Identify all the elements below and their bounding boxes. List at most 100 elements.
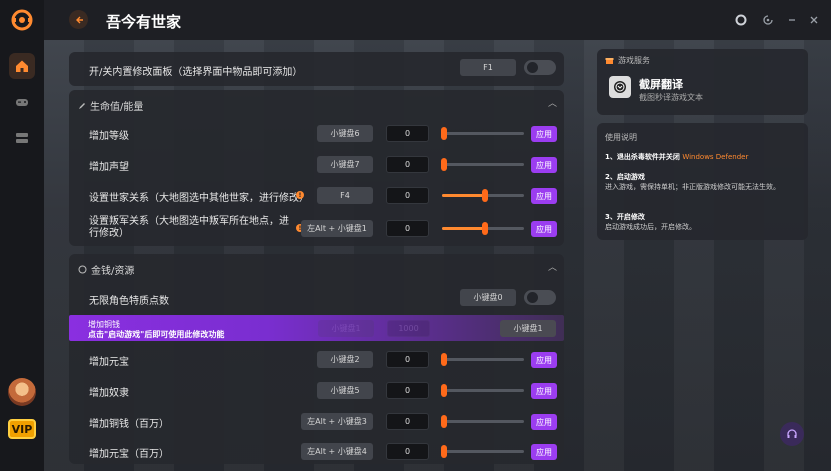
locked-feature-hint: 点击"启动游戏"后即可使用此修改功能 [88, 330, 225, 339]
apply-button[interactable]: 应用 [531, 157, 557, 173]
back-button[interactable] [69, 10, 88, 29]
main-toggle-switch[interactable] [524, 60, 556, 75]
hotkey-button[interactable]: 小键盘2 [317, 351, 373, 368]
step3-title: 3、开启修改 [605, 213, 645, 221]
slider-thumb[interactable] [441, 415, 447, 428]
avatar[interactable] [8, 378, 36, 406]
main-toggle-label: 开/关内置修改面板（选择界面中物品即可添加） [89, 67, 303, 78]
hotkey-button[interactable]: 小键盘5 [317, 382, 373, 399]
page-title: 吾今有世家 [106, 13, 182, 31]
hotkey-button[interactable]: 小键盘7 [317, 156, 373, 173]
hotkey-button[interactable]: 左Alt + 小键盘1 [301, 220, 373, 237]
translate-app-icon[interactable] [609, 76, 631, 98]
arrow-left-icon [75, 16, 83, 23]
step1: 1、退出杀毒软件并关闭 Windows Defender [605, 152, 805, 162]
support-button[interactable] [780, 422, 804, 446]
value-input[interactable]: 0 [386, 187, 429, 204]
value-input[interactable]: 0 [386, 351, 429, 368]
sidebar: VIP [0, 0, 44, 471]
locked-feature-row[interactable]: 增加铜钱 点击"启动游戏"后即可使用此修改功能 小键盘1 1000 小键盘1 [69, 315, 564, 341]
apply-button[interactable]: 应用 [531, 414, 557, 430]
info-icon[interactable]: ! [296, 191, 304, 199]
nav-games[interactable] [9, 89, 35, 115]
section-title-life: 生命值/能量 [90, 102, 144, 113]
apply-button[interactable]: 应用 [531, 352, 557, 368]
apply-button[interactable]: 应用 [531, 383, 557, 399]
main-toggle-hotkey[interactable]: F1 [460, 59, 516, 76]
apply-button[interactable]: 应用 [531, 126, 557, 142]
settings-button[interactable] [734, 13, 748, 27]
hotkey-button[interactable]: 左Alt + 小键盘3 [301, 413, 373, 430]
hotkey-button[interactable]: 小键盘6 [317, 125, 373, 142]
nav-library[interactable] [9, 125, 35, 151]
section-header-money[interactable]: 金钱/资源 [78, 262, 134, 277]
locked-feature-hotkey[interactable]: 小键盘1 [500, 320, 556, 337]
coin-icon [78, 265, 87, 274]
app-logo-icon [11, 9, 33, 31]
value-slider[interactable] [441, 127, 524, 140]
close-icon [810, 16, 818, 24]
refresh-button[interactable] [761, 13, 775, 27]
service-name[interactable]: 截屏翻译 [639, 76, 683, 92]
value-slider[interactable] [442, 189, 524, 202]
faded-value: 1000 [387, 320, 430, 337]
slider-thumb[interactable] [441, 384, 447, 397]
instructions-header: 使用说明 [605, 133, 637, 142]
chevron-up-icon[interactable]: ︿ [548, 96, 557, 109]
toggle-row-hotkey[interactable]: 小键盘0 [460, 289, 516, 306]
value-slider[interactable] [441, 415, 524, 428]
row-label: 增加元宝 [89, 357, 129, 368]
slider-fill [442, 194, 483, 197]
game-service-card: 游戏服务 截屏翻译 截图秒译游戏文本 [597, 49, 808, 115]
refresh-icon [763, 15, 773, 25]
value-input[interactable]: 0 [386, 382, 429, 399]
row-label: 增加元宝（百万） [89, 449, 169, 460]
row-label: 增加等级 [89, 131, 129, 142]
close-button[interactable] [807, 13, 821, 27]
hotkey-button[interactable]: 左Alt + 小键盘4 [301, 443, 373, 460]
hotkey-button[interactable]: F4 [317, 187, 373, 204]
value-input[interactable]: 0 [386, 413, 429, 430]
value-input[interactable]: 0 [386, 125, 429, 142]
value-input[interactable]: 0 [386, 156, 429, 173]
chevron-up-icon[interactable]: ︿ [548, 260, 557, 273]
value-slider[interactable] [441, 158, 524, 171]
step2-text: 进入游戏，需保持单机；非正版游戏修改可能无法生效。 [605, 183, 780, 191]
value-slider[interactable] [441, 384, 524, 397]
faded-hotkey: 小键盘1 [318, 320, 374, 337]
apply-button[interactable]: 应用 [531, 444, 557, 460]
slider-thumb[interactable] [441, 158, 447, 171]
toggle-row-label: 无限角色特质点数 [89, 296, 169, 307]
slider-thumb[interactable] [482, 222, 488, 235]
hexagon-icon [735, 14, 747, 26]
service-header-label: 游戏服务 [618, 56, 650, 65]
slider-fill [442, 227, 483, 230]
vip-badge[interactable]: VIP [8, 419, 36, 439]
value-slider[interactable] [441, 445, 524, 458]
row-label: 增加铜钱（百万） [89, 419, 169, 430]
headset-icon [787, 429, 797, 438]
slider-thumb[interactable] [441, 353, 447, 366]
service-desc: 截图秒译游戏文本 [639, 93, 703, 102]
gift-icon [605, 58, 614, 64]
value-slider[interactable] [442, 222, 524, 235]
section-header-life[interactable]: 生命值/能量 [78, 98, 143, 113]
gamepad-icon [16, 99, 28, 106]
row-label: 增加奴隶 [89, 388, 129, 399]
translate-icon [614, 81, 626, 93]
value-input[interactable]: 0 [386, 220, 429, 237]
pen-icon [79, 102, 85, 109]
slider-thumb[interactable] [441, 445, 447, 458]
value-slider[interactable] [441, 353, 524, 366]
value-input[interactable]: 0 [386, 443, 429, 460]
minimize-button[interactable] [785, 13, 799, 27]
slider-thumb[interactable] [441, 127, 447, 140]
row-label: 设置叛军关系（大地图选中叛军所在地点，进行修改） [89, 216, 289, 239]
nav-home[interactable] [9, 53, 35, 79]
apply-button[interactable]: 应用 [531, 188, 557, 204]
slider-thumb[interactable] [482, 189, 488, 202]
step3-text: 启动游戏成功后，开启修改。 [605, 223, 696, 231]
panel-main-toggle: 开/关内置修改面板（选择界面中物品即可添加） F1 [69, 52, 564, 86]
apply-button[interactable]: 应用 [531, 221, 557, 237]
toggle-row-switch[interactable] [524, 290, 556, 305]
